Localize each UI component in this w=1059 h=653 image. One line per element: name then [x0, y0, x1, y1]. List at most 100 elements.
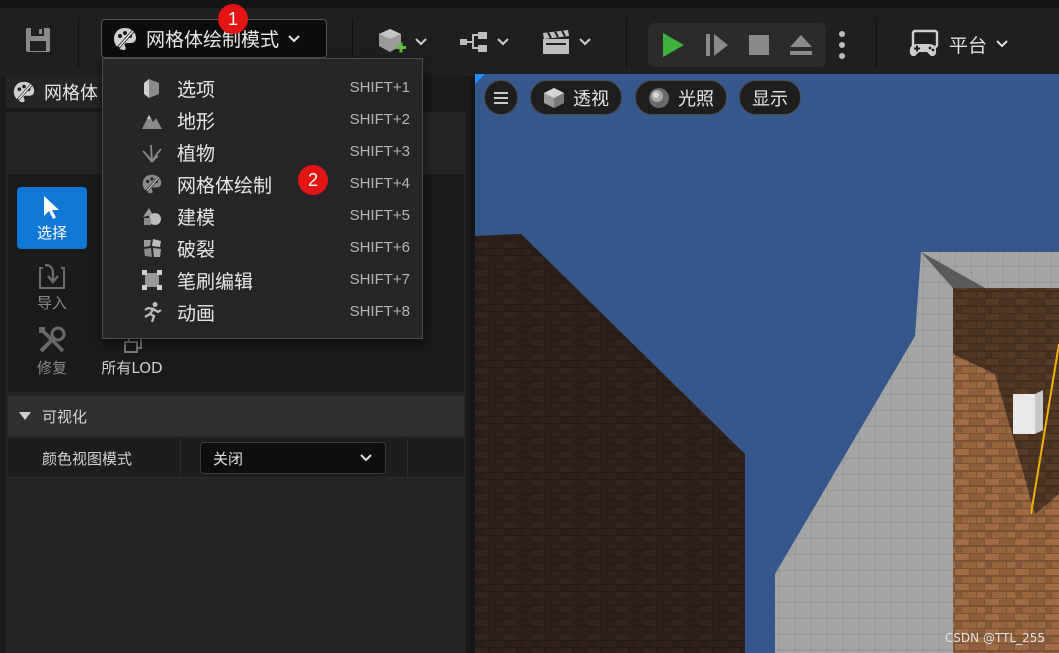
- menu-item-mesh-paint-mode[interactable]: 网格体绘制 SHIFT+4: [103, 167, 422, 199]
- cube-half-icon: [144, 79, 159, 98]
- cursor-arrow-icon: [44, 195, 59, 219]
- repair-tool-label: 修复: [36, 358, 67, 377]
- more-options-button[interactable]: [830, 26, 854, 64]
- menu-item-modeling-mode[interactable]: 建模 SHIFT+5: [103, 199, 422, 231]
- menu-item-shortcut: SHIFT+1: [349, 79, 410, 96]
- paint-palette-icon: [13, 81, 35, 103]
- chevron-down-icon: [288, 34, 300, 42]
- mode-dropdown-menu: 选项 SHIFT+1 地形 SHIFT+2 植物 SHIFT+3 网格体绘制 S…: [102, 58, 423, 339]
- menu-item-shortcut: SHIFT+3: [349, 143, 410, 160]
- cinematics-button[interactable]: [538, 22, 594, 62]
- color-view-mode-select[interactable]: 关闭: [200, 442, 386, 474]
- cube-icon: [544, 87, 564, 108]
- menu-item-label: 建模: [177, 207, 216, 229]
- color-view-mode-label: 颜色视图模式: [42, 450, 133, 468]
- menu-item-shortcut: SHIFT+2: [349, 111, 410, 128]
- import-tool-label: 导入: [36, 293, 67, 312]
- save-button[interactable]: [20, 22, 56, 58]
- skip-forward-icon: [706, 34, 728, 56]
- color-view-mode-row: 颜色视图模式 关闭: [8, 438, 464, 478]
- mode-selector-button[interactable]: 网格体绘制模式: [101, 19, 327, 58]
- menu-item-fracture-mode[interactable]: 破裂 SHIFT+6: [103, 231, 422, 263]
- toolbar-separator: [78, 18, 79, 68]
- panel-tab-label: 网格体: [44, 83, 98, 104]
- select-tool-label: 选择: [36, 223, 67, 242]
- menu-item-label: 笔刷编辑: [177, 271, 254, 293]
- viewport-menu-button[interactable]: [484, 80, 518, 115]
- gamepad-monitor-icon: [909, 29, 939, 57]
- chevron-down-icon: [415, 38, 427, 46]
- column-divider: [407, 438, 408, 478]
- step-badge-1: 1: [218, 4, 248, 34]
- menu-item-brush-edit-mode[interactable]: 笔刷编辑 SHIFT+7: [103, 263, 422, 295]
- save-icon: [26, 28, 50, 52]
- more-vertical-icon: [839, 31, 845, 59]
- color-view-mode-value: 关闭: [213, 449, 244, 468]
- visualization-section-header[interactable]: 可视化: [8, 396, 464, 436]
- platforms-button[interactable]: 平台: [903, 24, 1013, 64]
- perspective-button[interactable]: 透视: [530, 80, 622, 115]
- show-label: 显示: [752, 88, 788, 110]
- brush-edit-icon: [142, 270, 162, 290]
- stop-icon: [749, 35, 769, 55]
- perspective-label: 透视: [573, 88, 609, 110]
- paint-palette-icon: [114, 27, 136, 50]
- import-tool-button[interactable]: 导入: [17, 256, 87, 318]
- all-lod-label: 所有LOD: [101, 359, 163, 377]
- lighting-label: 光照: [678, 88, 714, 110]
- repair-tool-button[interactable]: 修复: [17, 320, 87, 382]
- hamburger-menu-icon: [494, 91, 508, 104]
- menu-item-shortcut: SHIFT+6: [349, 239, 410, 256]
- add-actor-button[interactable]: [372, 22, 432, 62]
- modeling-shapes-icon: [143, 208, 161, 225]
- mountain-icon: [142, 115, 162, 129]
- menu-item-shortcut: SHIFT+4: [349, 175, 410, 192]
- running-figure-icon: [144, 302, 162, 323]
- watermark: CSDN @TTL_255: [944, 631, 1045, 645]
- menu-item-label: 动画: [177, 303, 216, 325]
- lod-layers-icon: [124, 337, 142, 353]
- show-button[interactable]: 显示: [739, 80, 801, 115]
- menu-item-label: 植物: [177, 143, 216, 165]
- menu-item-shortcut: SHIFT+5: [349, 207, 410, 224]
- lighting-button[interactable]: 光照: [635, 80, 727, 115]
- menu-item-foliage-mode[interactable]: 植物 SHIFT+3: [103, 135, 422, 167]
- play-icon: [663, 33, 684, 57]
- column-divider: [180, 438, 181, 478]
- eject-button[interactable]: [780, 23, 822, 67]
- menu-item-select-mode[interactable]: 选项 SHIFT+1: [103, 71, 422, 103]
- import-icon: [39, 263, 65, 289]
- play-button[interactable]: [652, 23, 694, 67]
- sphere-shading-icon: [649, 87, 669, 108]
- wrench-screwdriver-icon: [39, 326, 66, 352]
- select-tool-button[interactable]: 选择: [17, 187, 87, 249]
- scene-render: [475, 74, 1059, 653]
- step-button[interactable]: [696, 23, 738, 67]
- section-title: 可视化: [42, 407, 88, 426]
- menu-item-label: 破裂: [177, 239, 216, 261]
- chevron-down-icon: [579, 38, 591, 46]
- chevron-down-icon: [497, 38, 509, 46]
- fracture-icon: [144, 239, 161, 257]
- step-badge-2: 2: [298, 165, 328, 195]
- toolbar-separator: [876, 18, 877, 68]
- menu-item-shortcut: SHIFT+8: [349, 303, 410, 320]
- menu-item-landscape-mode[interactable]: 地形 SHIFT+2: [103, 103, 422, 135]
- paint-palette-icon: [142, 174, 162, 194]
- chevron-down-icon: [996, 40, 1008, 48]
- mode-label: 网格体绘制模式: [146, 29, 280, 51]
- toolbar-separator: [626, 18, 627, 68]
- triangle-down-icon: [19, 412, 31, 420]
- menu-item-animation-mode[interactable]: 动画 SHIFT+8: [103, 295, 422, 327]
- eject-icon: [790, 35, 812, 55]
- add-cube-icon: [379, 29, 406, 53]
- clapperboard-icon: [543, 30, 569, 54]
- blueprint-button[interactable]: [456, 22, 512, 62]
- menu-item-label: 选项: [177, 79, 216, 101]
- play-controls: [648, 23, 826, 67]
- stop-button[interactable]: [738, 23, 780, 67]
- menu-item-label: 网格体绘制: [177, 175, 273, 197]
- platform-label: 平台: [948, 34, 987, 57]
- level-viewport[interactable]: 透视 光照 显示 CSDN @TTL_255: [475, 74, 1059, 653]
- menu-item-shortcut: SHIFT+7: [349, 271, 410, 288]
